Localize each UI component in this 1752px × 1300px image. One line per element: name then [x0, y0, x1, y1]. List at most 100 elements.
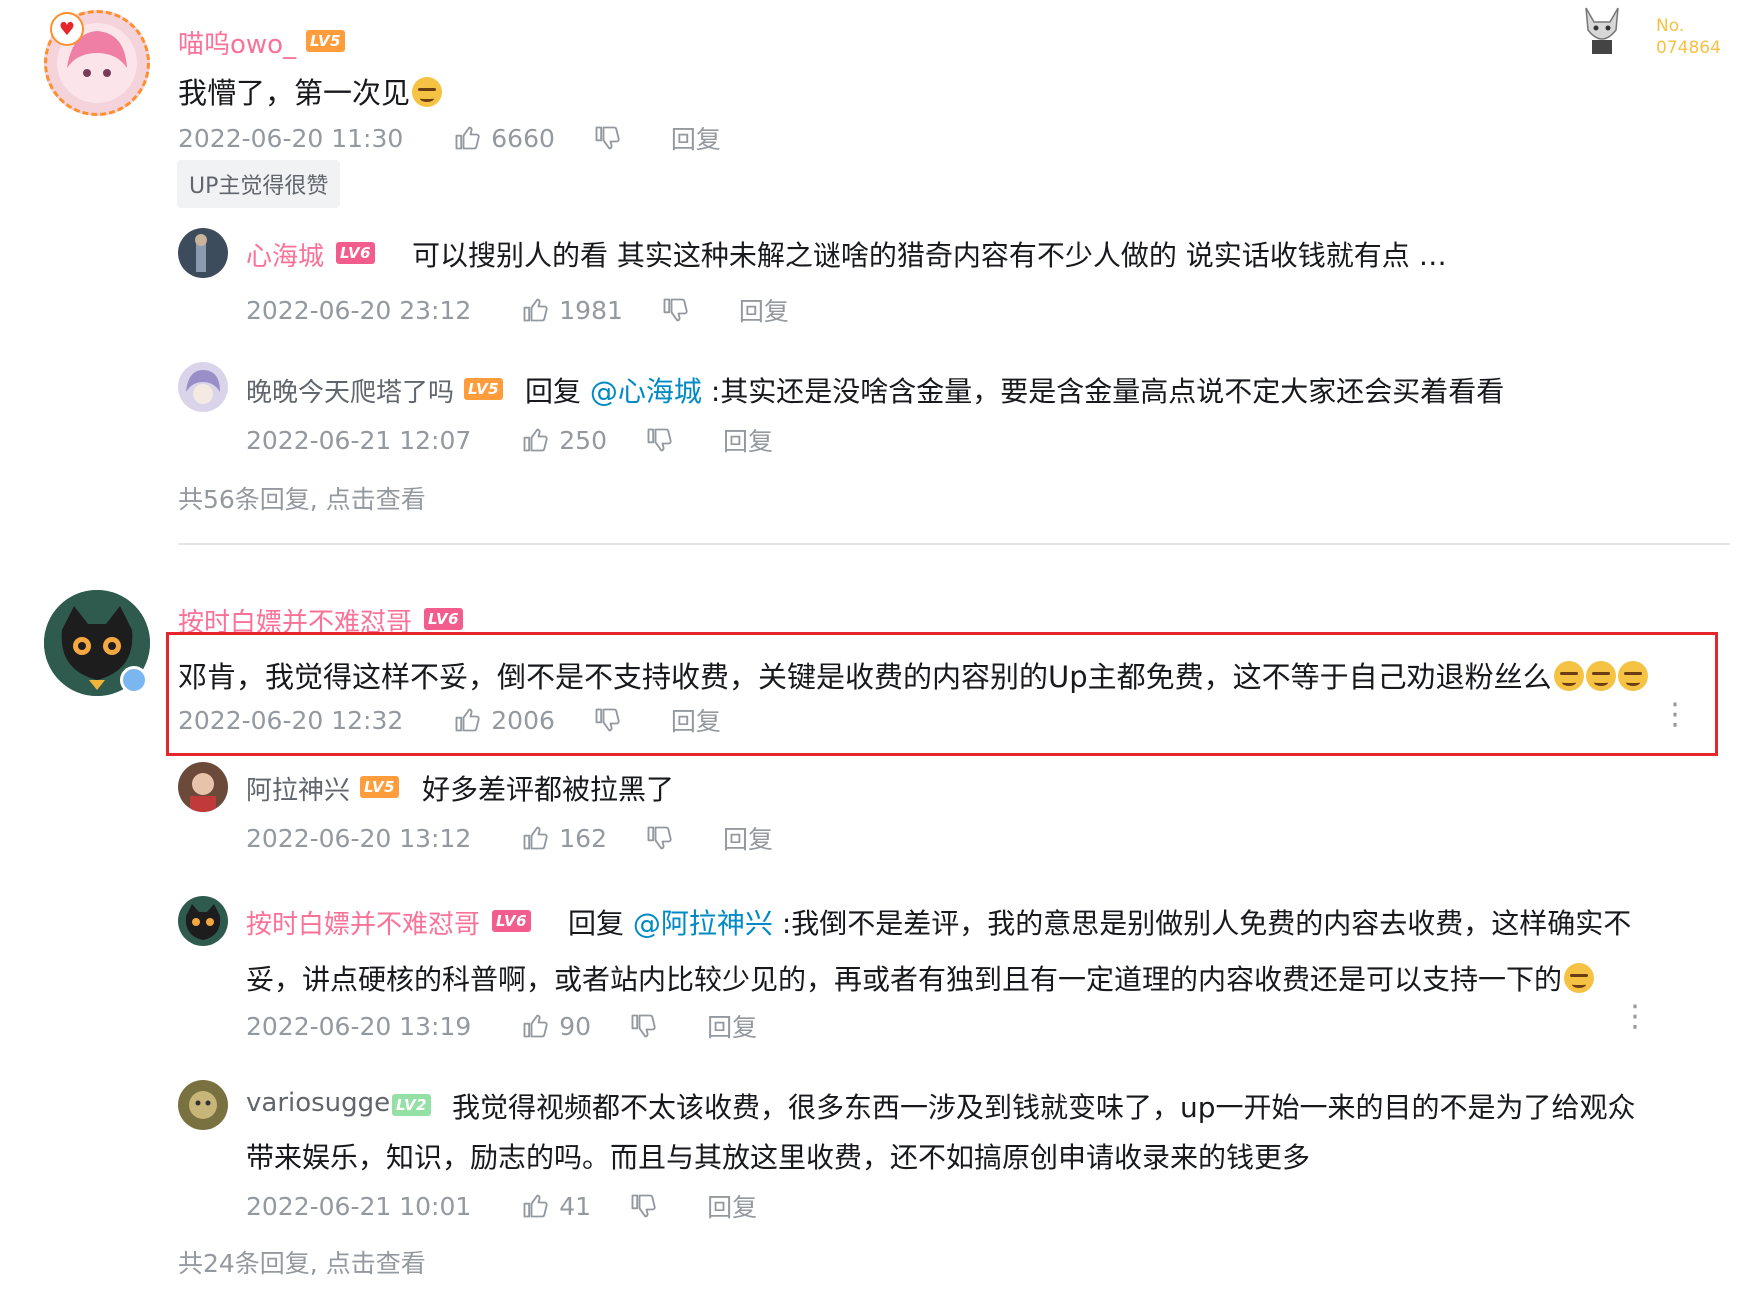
comment-meta: 2022-06-20 12:32 2006 回复	[178, 702, 721, 738]
up-liked-badge: UP主觉得很赞	[177, 160, 341, 208]
emoji-icon	[1617, 661, 1648, 691]
comment-text: 我懵了，第一次见	[178, 70, 443, 112]
like-count: 250	[559, 425, 607, 455]
like-button[interactable]: 1981	[521, 296, 623, 325]
like-count: 90	[559, 1011, 592, 1041]
reply-avatar[interactable]	[178, 362, 228, 412]
like-button[interactable]: 2006	[453, 706, 555, 735]
reply-button[interactable]: 回复	[707, 1008, 757, 1044]
thumb-up-icon	[453, 124, 481, 152]
like-button[interactable]: 90	[521, 1012, 591, 1041]
reply-button[interactable]: 回复	[707, 1188, 757, 1224]
thumb-up-icon	[521, 1012, 549, 1040]
reply-text: 回复 @阿拉神兴 :我倒不是差评，我的意思是别做别人免费的内容去收费，这样确实不	[568, 907, 1632, 940]
dislike-button[interactable]	[645, 824, 673, 852]
thumb-down-icon	[661, 296, 689, 324]
thumb-up-icon	[453, 706, 481, 734]
thumb-down-icon	[593, 706, 621, 734]
timestamp: 2022-06-20 11:30	[178, 123, 404, 153]
more-options-icon[interactable]: ⋮	[1620, 1002, 1650, 1032]
timestamp: 2022-06-20 13:12	[246, 823, 472, 853]
comment-meta: 2022-06-20 11:30 6660 回复	[178, 120, 721, 156]
like-count: 162	[559, 823, 607, 853]
thumb-down-icon	[645, 824, 673, 852]
level-badge: LV5	[306, 30, 346, 52]
reply-username[interactable]: 按时白嫖并不难怼哥	[246, 904, 480, 941]
timestamp: 2022-06-20 23:12	[246, 295, 472, 325]
like-button[interactable]: 6660	[453, 124, 555, 153]
like-button[interactable]: 162	[521, 824, 607, 853]
level-badge: LV6	[424, 608, 464, 630]
verified-icon	[120, 666, 148, 694]
dislike-button[interactable]	[629, 1012, 657, 1040]
level-badge: LV6	[336, 242, 376, 264]
thumb-down-icon	[645, 426, 673, 454]
reply-text-line2: 带来娱乐，知识，励志的吗。而且与其放这里收费，还不如搞原创申请收录来的钱更多	[246, 1141, 1311, 1174]
emoji-icon	[1564, 963, 1595, 993]
heart-badge-icon: ♥	[50, 12, 84, 46]
dislike-button[interactable]	[645, 426, 673, 454]
reply-text: 回复 @心海城 :其实还是没啥含金量，要是含金量高点说不定大家还会买着看看	[525, 375, 1505, 408]
reply-avatar[interactable]	[178, 1080, 228, 1130]
reply-text: 我觉得视频都不太该收费，很多东西一涉及到钱就变味了，up一开始一来的目的不是为了…	[452, 1091, 1636, 1124]
fan-badge-avatar	[1572, 0, 1632, 60]
thumb-up-icon	[521, 426, 549, 454]
like-count: 1981	[559, 295, 623, 325]
reply-text: 可以搜别人的看 其实这种未解之谜啥的猎奇内容有不少人做的 说实话收钱就有点 …	[412, 239, 1447, 272]
timestamp: 2022-06-20 13:19	[246, 1011, 472, 1041]
thumb-down-icon	[629, 1192, 657, 1220]
dislike-button[interactable]	[593, 706, 621, 734]
level-badge: LV5	[464, 378, 504, 400]
reply-username[interactable]: 心海城	[246, 236, 324, 273]
timestamp: 2022-06-21 12:07	[246, 425, 472, 455]
level-badge: LV6	[492, 910, 532, 932]
thumb-down-icon	[593, 124, 621, 152]
username[interactable]: 喵呜owo_	[178, 24, 296, 61]
dislike-button[interactable]	[629, 1192, 657, 1220]
like-button[interactable]: 250	[521, 426, 607, 455]
emoji-icon	[1585, 661, 1616, 691]
fan-badge-no-label: No.	[1656, 16, 1685, 36]
more-options-icon[interactable]: ⋮	[1660, 700, 1690, 730]
reply-button[interactable]: 回复	[671, 702, 721, 738]
fan-badge-number: 074864	[1656, 38, 1721, 58]
view-more-replies[interactable]: 共56条回复, 点击查看	[178, 480, 426, 516]
thumb-down-icon	[629, 1012, 657, 1040]
thumb-up-icon	[521, 296, 549, 324]
divider	[178, 543, 1730, 545]
thumb-up-icon	[521, 824, 549, 852]
level-badge: LV5	[360, 776, 400, 798]
reply-username[interactable]: 晚晚今天爬塔了吗	[246, 372, 454, 409]
view-more-replies[interactable]: 共24条回复, 点击查看	[178, 1244, 426, 1280]
reply-button[interactable]: 回复	[671, 120, 721, 156]
reply-username[interactable]: 阿拉神兴	[246, 770, 350, 807]
reply-meta: 2022-06-20 13:12 162 回复	[246, 820, 773, 856]
dislike-button[interactable]	[661, 296, 689, 324]
reply-avatar[interactable]	[178, 762, 228, 812]
dislike-button[interactable]	[593, 124, 621, 152]
reply-meta: 2022-06-20 13:19 90 回复	[246, 1008, 757, 1044]
reply-avatar[interactable]	[178, 228, 228, 278]
reply-avatar[interactable]	[178, 896, 228, 946]
reply-button[interactable]: 回复	[723, 422, 773, 458]
reply-button[interactable]: 回复	[723, 820, 773, 856]
like-count: 2006	[491, 705, 555, 735]
reply-username[interactable]: variosugge	[246, 1088, 390, 1118]
mention-link[interactable]: @阿拉神兴	[633, 907, 773, 940]
like-count: 6660	[491, 123, 555, 153]
level-badge: LV2	[392, 1094, 432, 1116]
like-count: 41	[559, 1191, 592, 1221]
reply-meta: 2022-06-21 10:01 41 回复	[246, 1188, 757, 1224]
reply-meta: 2022-06-21 12:07 250 回复	[246, 422, 773, 458]
reply-meta: 2022-06-20 23:12 1981 回复	[246, 292, 789, 328]
reply-text: 好多差评都被拉黑了	[422, 773, 675, 806]
reply-text-line2: 妥，讲点硬核的科普啊，或者站内比较少见的，再或者有独到且有一定道理的内容收费还是…	[246, 958, 1595, 998]
emoji-icon	[1553, 661, 1584, 691]
reply-button[interactable]: 回复	[739, 292, 789, 328]
thumb-up-icon	[521, 1192, 549, 1220]
like-button[interactable]: 41	[521, 1192, 591, 1221]
timestamp: 2022-06-20 12:32	[178, 705, 404, 735]
emoji-icon	[412, 77, 443, 107]
comment-text: 邓肯，我觉得这样不妥，倒不是不支持收费，关键是收费的内容别的Up主都免费，这不等…	[178, 654, 1648, 696]
mention-link[interactable]: @心海城	[590, 375, 702, 408]
